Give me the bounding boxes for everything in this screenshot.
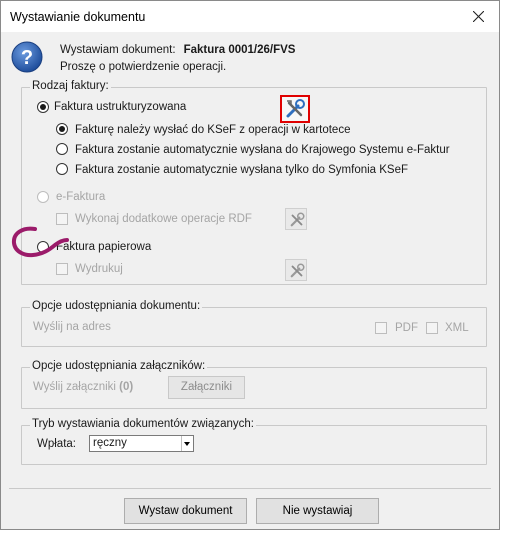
tools-icon xyxy=(290,212,305,227)
document-line: Wystawiam dokument: Faktura 0001/26/FVS xyxy=(60,44,295,56)
footer-separator xyxy=(9,488,491,489)
attachments-legend: Opcje udostępniania załączników: xyxy=(30,360,208,372)
title-bar: Wystawianie dokumentu xyxy=(1,1,499,32)
payment-mode-value: ręczny xyxy=(93,437,127,449)
sharing-legend: Opcje udostępniania dokumentu: xyxy=(30,300,203,312)
rdf-label: Wykonaj dodatkowe operacje RDF xyxy=(75,213,252,225)
question-icon: ? xyxy=(11,41,43,73)
symfonia-ksef-label: Faktura zostanie automatycznie wysłana t… xyxy=(75,164,409,176)
ksef-manual-label: Fakturę należy wysłać do KSeF z operacji… xyxy=(75,124,351,136)
xml-label: XML xyxy=(445,322,469,334)
structured-label: Faktura ustrukturyzowana xyxy=(54,101,187,113)
close-button[interactable] xyxy=(459,1,499,32)
cancel-issue-button[interactable]: Nie wystawiaj xyxy=(256,498,379,524)
send-attachments-label: Wyślij załączniki (0) xyxy=(33,381,133,393)
radio-efaktura[interactable] xyxy=(37,191,49,203)
xml-checkbox[interactable] xyxy=(426,322,438,334)
payment-mode-select[interactable]: ręczny xyxy=(89,435,194,452)
chevron-down-icon[interactable] xyxy=(181,436,193,451)
document-prefix: Wystawiam dokument: xyxy=(60,44,176,56)
invoice-type-legend: Rodzaj faktury: xyxy=(30,80,111,92)
payment-label: Wpłata: xyxy=(37,438,76,450)
radio-ksef-manual[interactable] xyxy=(56,123,68,135)
ksef-auto-label: Faktura zostanie automatycznie wysłana d… xyxy=(75,144,450,156)
attachments-button[interactable]: Załączniki xyxy=(168,376,245,399)
tools-icon xyxy=(286,99,305,118)
print-label: Wydrukuj xyxy=(75,263,123,275)
annotation-scribble xyxy=(11,226,69,258)
svg-text:?: ? xyxy=(21,47,33,69)
radio-ksef-auto[interactable] xyxy=(56,143,68,155)
paper-settings-button[interactable] xyxy=(285,259,307,281)
structured-settings-button[interactable] xyxy=(280,95,310,123)
window-title: Wystawianie dokumentu xyxy=(10,10,146,24)
radio-structured[interactable] xyxy=(37,101,49,113)
related-legend: Tryb wystawiania dokumentów związanych: xyxy=(30,418,256,430)
issue-document-button[interactable]: Wystaw dokument xyxy=(124,498,247,524)
confirm-text: Proszę o potwierdzenie operacji. xyxy=(60,61,227,73)
radio-symfonia-ksef[interactable] xyxy=(56,163,68,175)
tools-icon xyxy=(290,263,305,278)
efaktura-settings-button[interactable] xyxy=(285,208,307,230)
pdf-label: PDF xyxy=(395,322,418,334)
attachments-count: (0) xyxy=(119,381,134,393)
efaktura-label: e-Faktura xyxy=(56,191,106,203)
pdf-checkbox[interactable] xyxy=(375,322,387,334)
invoice-type-group xyxy=(21,87,487,285)
send-address-label: Wyślij na adres xyxy=(33,321,111,333)
close-icon xyxy=(473,11,484,22)
document-number: Faktura 0001/26/FVS xyxy=(183,44,296,56)
dialog-window: Wystawianie dokumentu ? Wystawiam dokume… xyxy=(0,0,500,530)
send-attachments-text: Wyślij załączniki xyxy=(33,381,116,393)
